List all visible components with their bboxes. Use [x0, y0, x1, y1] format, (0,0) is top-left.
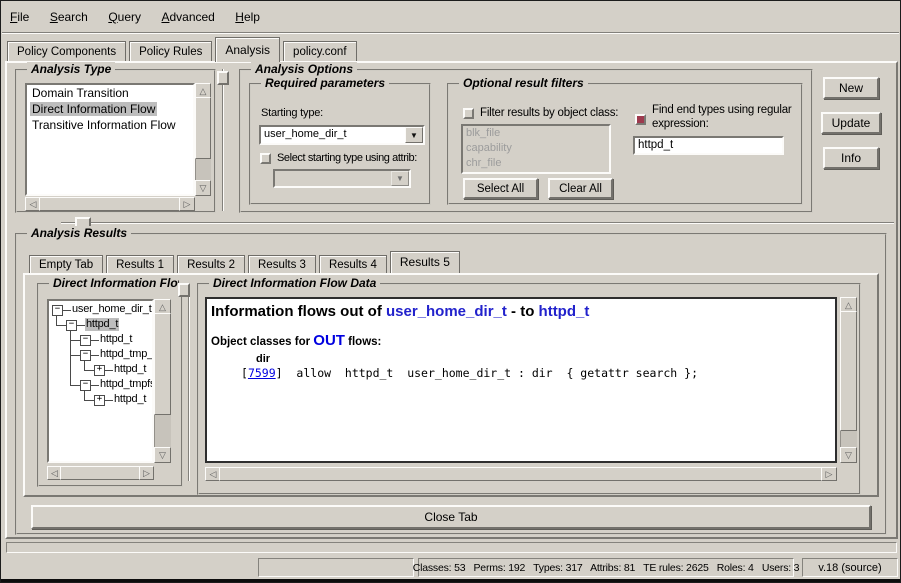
- pane-sash-vertical[interactable]: [188, 297, 190, 481]
- scrollbar-track[interactable]: [840, 311, 857, 449]
- heading-prefix: Information flows out of: [211, 303, 386, 320]
- triangle-left-icon: ◁: [210, 469, 217, 480]
- results-content: Direct Information Flow T: [1, 1, 901, 583]
- triangle-down-icon: ▽: [845, 450, 852, 461]
- triangle-right-icon: ▷: [143, 468, 150, 479]
- flow-data-text[interactable]: Information flows out of user_home_dir_t…: [205, 297, 837, 463]
- triangle-down-icon: ▽: [159, 450, 166, 461]
- tree-expander-icon[interactable]: +: [94, 395, 105, 406]
- rule-text: allow httpd_t user_home_dir_t : dir { ge…: [283, 366, 698, 380]
- tree-expander-icon[interactable]: +: [94, 365, 105, 376]
- tree-expander-icon[interactable]: −: [52, 305, 63, 316]
- heading-source-type: user_home_dir_t: [386, 303, 507, 320]
- object-class-name: dir: [256, 353, 270, 365]
- heading-mid: - to: [507, 303, 539, 320]
- triangle-up-icon: △: [159, 302, 166, 313]
- rule-line: [7599] allow httpd_t user_home_dir_t : d…: [241, 366, 698, 380]
- tree-node-httpd-t[interactable]: httpd_t: [113, 393, 147, 406]
- tree-node-httpd-tmpfs-t[interactable]: httpd_tmpfs_: [99, 378, 152, 391]
- notebook-content: Analysis Type Domain Transition Direct I…: [1, 1, 901, 583]
- classes-suffix: flows:: [345, 336, 381, 348]
- tree-expander-icon[interactable]: −: [80, 380, 91, 391]
- rule-bracket: ]: [276, 366, 283, 380]
- tree-vscrollbar: △ ▽: [154, 299, 171, 463]
- tree-expander-icon[interactable]: −: [80, 350, 91, 361]
- tree-hscrollbar: ◁ ▷: [47, 466, 154, 480]
- flow-heading: Information flows out of user_home_dir_t…: [211, 303, 589, 320]
- triangle-right-icon: ▷: [826, 469, 833, 480]
- rule-number-link[interactable]: 7599: [248, 366, 276, 380]
- close-tab-button[interactable]: Close Tab: [31, 505, 871, 529]
- close-tab-label: Close Tab: [424, 510, 477, 524]
- scrollbar-track[interactable]: [60, 466, 141, 480]
- object-classes-line: Object classes for OUT flows:: [211, 332, 381, 349]
- triangle-up-icon: △: [845, 300, 852, 311]
- tree-node-httpd-t[interactable]: httpd_t: [113, 363, 147, 376]
- tree-expander-icon[interactable]: −: [80, 335, 91, 346]
- scrollbar-thumb[interactable]: [840, 311, 857, 431]
- rule-bracket: [: [241, 366, 248, 380]
- flow-direction: OUT: [313, 332, 345, 349]
- flow-tree: − user_home_dir_t − httpd_t − httpd_t − …: [47, 299, 154, 463]
- classes-prefix: Object classes for: [211, 336, 313, 348]
- scroll-down-button[interactable]: ▽: [840, 447, 857, 463]
- scrollbar-thumb[interactable]: [154, 313, 171, 415]
- tree-expander-icon[interactable]: −: [66, 320, 77, 331]
- data-hscrollbar: ◁ ▷: [205, 467, 837, 481]
- data-vscrollbar: △ ▽: [840, 297, 857, 463]
- tree-node-httpd-t[interactable]: httpd_t: [99, 333, 133, 346]
- triangle-left-icon: ◁: [51, 468, 58, 479]
- scroll-right-button[interactable]: ▷: [139, 466, 154, 480]
- tree-node-httpd-t-selected[interactable]: httpd_t: [85, 318, 119, 331]
- tree-node-user-home-dir-t[interactable]: user_home_dir_t: [71, 303, 152, 316]
- heading-target-type: httpd_t: [539, 303, 590, 320]
- flow-tree-title: Direct Information Flow T: [49, 276, 179, 290]
- scrollbar-thumb[interactable]: [219, 467, 823, 481]
- sash-handle[interactable]: [178, 283, 190, 297]
- scroll-down-button[interactable]: ▽: [154, 447, 171, 463]
- scrollbar-track[interactable]: [219, 467, 823, 481]
- application-window: File Search Query Advanced Help Policy C…: [0, 0, 901, 583]
- flow-data-title: Direct Information Flow Data: [209, 276, 380, 290]
- scrollbar-thumb[interactable]: [60, 466, 141, 480]
- scrollbar-track[interactable]: [154, 313, 171, 449]
- scroll-right-button[interactable]: ▷: [821, 467, 837, 481]
- tree-node-httpd-tmp-t[interactable]: httpd_tmp_t: [99, 348, 152, 361]
